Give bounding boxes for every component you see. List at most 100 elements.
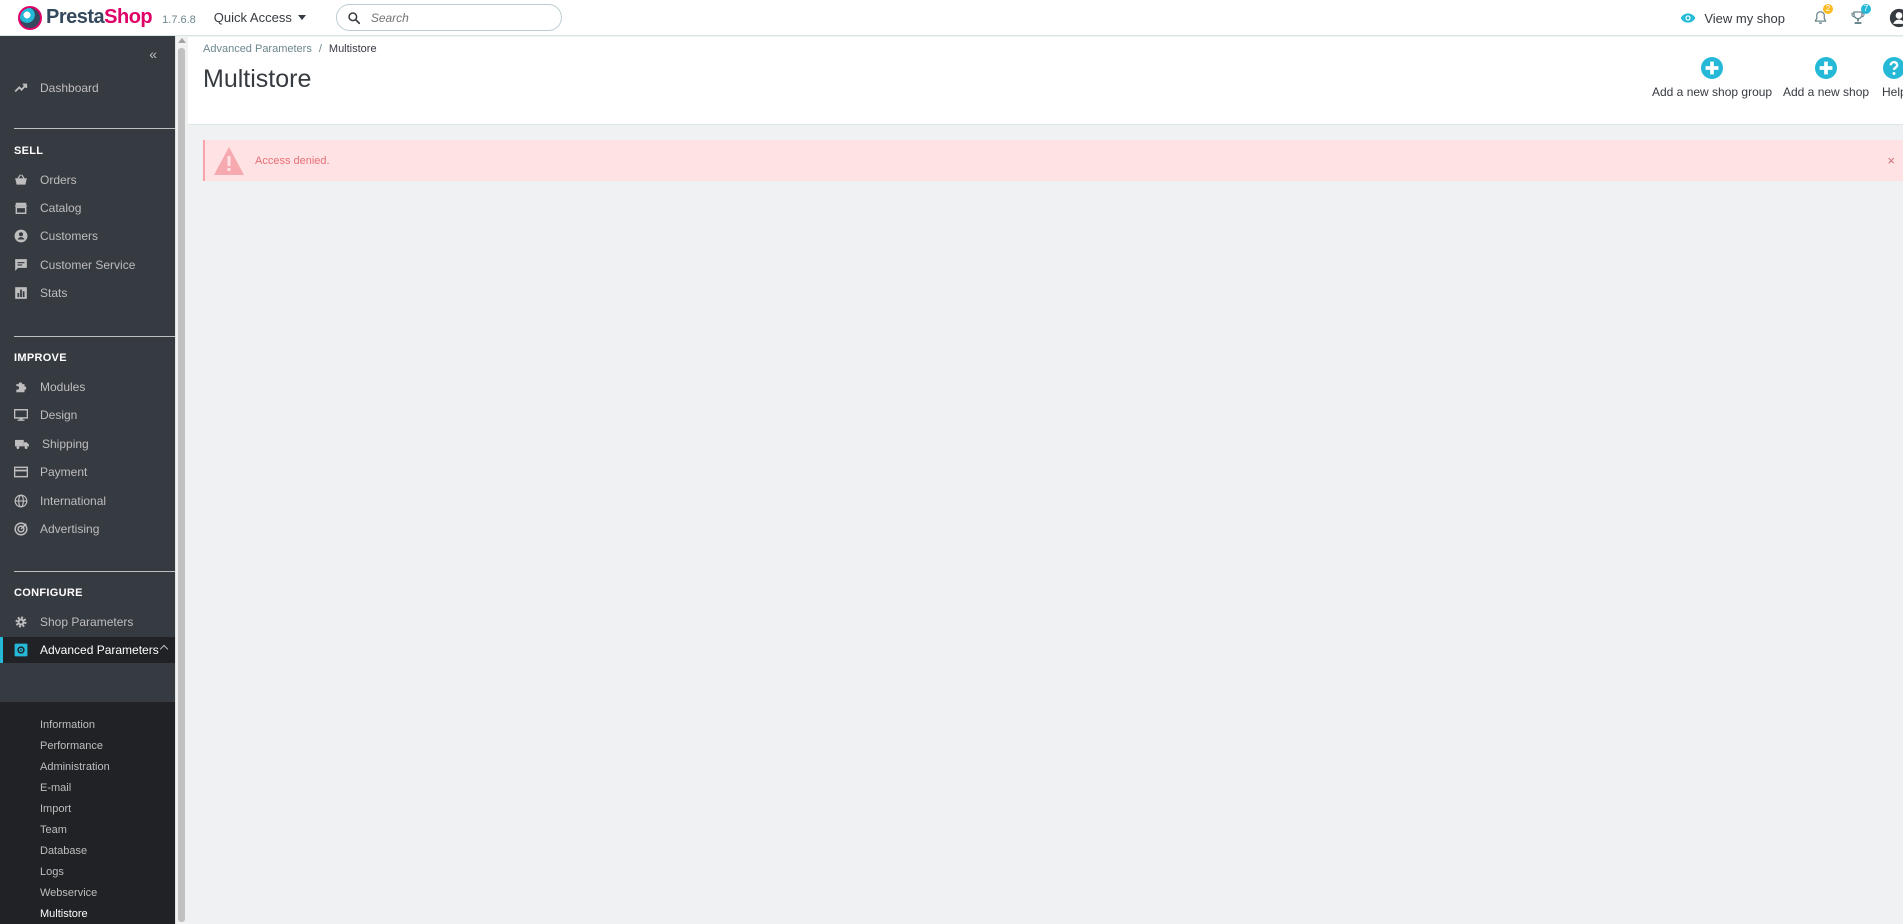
eye-icon [1680,13,1696,23]
breadcrumb-parent-link[interactable]: Advanced Parameters [203,43,312,55]
search-box[interactable] [335,4,562,31]
sidebar-item-label: International [40,494,107,508]
puzzle-icon [16,382,27,393]
notifications-button[interactable]: 2 [1809,4,1833,29]
scroll-up-arrow-icon[interactable] [178,38,186,43]
basket-icon [15,174,27,185]
version-label: 1.7.6.8 [162,13,196,26]
breadcrumb-separator: / [318,43,322,55]
plus-circle-icon [1701,57,1724,79]
sidebar-divider [14,336,175,337]
submenu-item-administration[interactable]: Administration [40,761,110,773]
collapse-sidebar-icon[interactable]: « [149,46,157,62]
credit-card-icon [14,466,28,478]
sidebar-item-label: Customers [40,229,99,243]
plus-circle-icon [1815,57,1838,79]
truck-icon [15,439,29,449]
alert-message: Access denied. [255,154,330,167]
page-header: Advanced Parameters / Multistore Multist… [188,37,1903,125]
chat-icon [15,259,27,271]
sidebar-item-catalog[interactable]: Catalog [0,195,175,221]
store-icon [15,202,27,214]
sidebar-item-design[interactable]: Design [0,402,175,428]
chevron-up-icon [159,644,169,654]
sidebar-item-shipping[interactable]: Shipping [0,431,175,457]
submenu-item-database[interactable]: Database [40,845,87,857]
section-title-improve: IMPROVE [14,352,67,364]
sidebar-item-label: Orders [40,173,77,187]
sidebar-item-label: Shipping [42,437,89,451]
warning-icon [214,146,244,175]
bar-chart-icon [15,287,27,299]
sidebar: « Dashboard SELL Orders Catalog Customer… [0,36,175,924]
help-button[interactable]: Help [1882,57,1903,99]
add-shop-button[interactable]: Add a new shop [1783,57,1869,99]
notifications-badge: 2 [1823,4,1833,14]
sidebar-item-orders[interactable]: Orders [0,167,175,193]
help-label: Help [1882,85,1903,99]
advanced-parameters-submenu: Information Performance Administration E… [0,702,175,924]
help-circle-icon [1883,57,1903,79]
sidebar-divider [14,128,175,129]
sidebar-item-label: Advanced Parameters [40,643,159,657]
sidebar-item-label: Advertising [40,522,100,536]
search-input[interactable] [370,10,541,25]
add-shop-group-label: Add a new shop group [1652,85,1773,99]
sidebar-divider [14,571,175,572]
puffin-logo-icon [18,5,42,30]
submenu-item-webservice[interactable]: Webservice [40,887,97,899]
sidebar-item-customer-service[interactable]: Customer Service [0,252,175,278]
submenu-item-email[interactable]: E-mail [40,782,71,794]
submenu-item-logs[interactable]: Logs [40,866,64,878]
add-shop-label: Add a new shop [1783,85,1870,99]
monitor-icon [14,409,28,421]
sidebar-item-label: Catalog [40,201,82,215]
sidebar-item-label: Customer Service [40,258,136,272]
settings-box-icon [14,643,28,657]
sidebar-item-label: Stats [40,286,68,300]
sidebar-item-label: Dashboard [40,81,99,95]
gear-icon [15,616,27,628]
submenu-item-import[interactable]: Import [40,803,71,815]
sidebar-item-label: Modules [40,380,86,394]
sidebar-item-payment[interactable]: Payment [0,459,175,485]
sidebar-item-stats[interactable]: Stats [0,280,175,306]
breadcrumb: Advanced Parameters / Multistore [203,43,377,55]
quick-access-label: Quick Access [213,10,292,25]
sidebar-item-customers[interactable]: Customers [0,223,175,249]
user-avatar-icon[interactable] [1889,8,1903,28]
sidebar-item-advanced-parameters[interactable]: Advanced Parameters [0,637,175,663]
sidebar-item-international[interactable]: International [0,488,175,514]
sidebar-item-dashboard[interactable]: Dashboard [0,75,175,101]
sidebar-scrollbar[interactable] [175,36,187,924]
close-icon[interactable]: × [1887,153,1895,168]
add-shop-group-button[interactable]: Add a new shop group [1652,57,1772,99]
submenu-item-team[interactable]: Team [40,824,67,836]
orders-badge: 7 [1861,4,1871,14]
breadcrumb-current: Multistore [328,43,377,55]
target-icon [14,522,28,536]
search-icon[interactable] [347,11,361,25]
sidebar-item-label: Shop Parameters [40,615,134,629]
globe-icon [14,494,28,508]
submenu-item-multistore[interactable]: Multistore [40,908,88,920]
quick-access-dropdown[interactable]: Quick Access [214,10,306,25]
orders-notifications-button[interactable]: 7 [1847,4,1871,29]
sidebar-item-label: Payment [40,465,88,479]
page-title: Multistore [203,65,312,93]
sidebar-item-modules[interactable]: Modules [0,374,175,400]
sidebar-item-shop-parameters[interactable]: Shop Parameters [0,609,175,635]
scrollbar-thumb[interactable] [178,48,185,922]
access-denied-alert: Access denied. × [203,140,1903,181]
submenu-item-information[interactable]: Information [40,719,95,731]
header-tools: View my shop 2 7 [1680,0,1903,36]
caret-down-icon [297,15,306,20]
prestashop-logo[interactable]: PrestaShop [18,5,153,30]
view-my-shop-link[interactable]: View my shop [1680,11,1785,26]
top-header: PrestaShop 1.7.6.8 Quick Access View my … [0,0,1903,36]
section-title-configure: CONFIGURE [14,587,83,599]
sidebar-item-advertising[interactable]: Advertising [0,516,175,542]
user-circle-icon [14,229,28,243]
submenu-item-performance[interactable]: Performance [40,740,103,752]
sidebar-item-label: Design [40,408,78,422]
